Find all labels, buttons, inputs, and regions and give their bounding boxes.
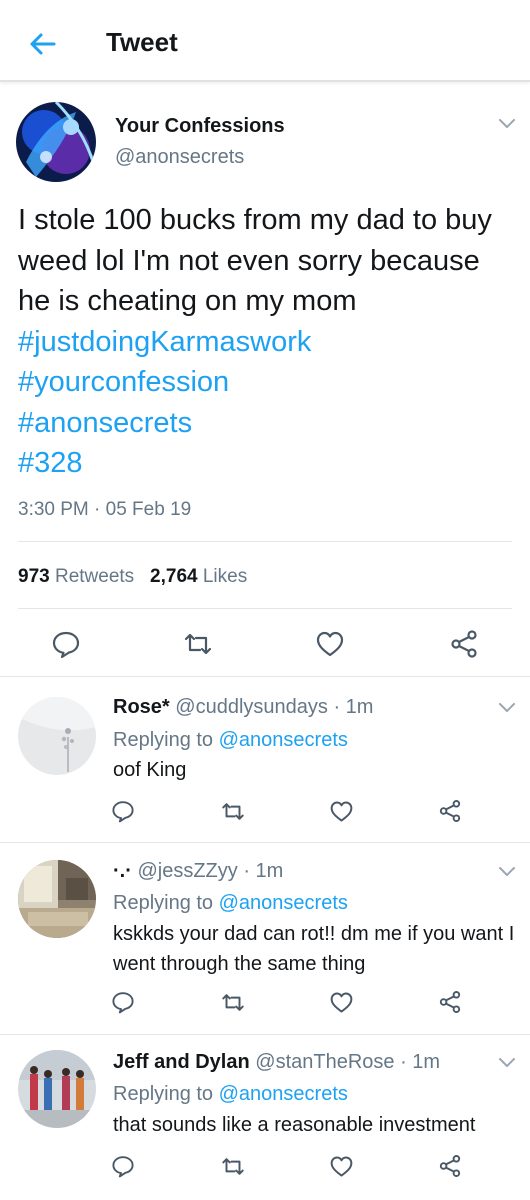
reply-author-handle[interactable]: @jessZZyy [137, 860, 237, 882]
tweet-body: I stole 100 bucks from my dad to buy wee… [18, 204, 492, 317]
reply-header: Jeff and Dylan @stanTheRose · 1m [113, 1050, 440, 1074]
share-icon [439, 991, 461, 1013]
divider [0, 842, 530, 843]
reply-text: oof King [113, 759, 187, 781]
replying-to: Replying to @anonsecrets [113, 1082, 348, 1106]
retweet-button[interactable] [176, 622, 220, 666]
author-handle[interactable]: @anonsecrets [115, 145, 244, 169]
retweet-icon [222, 802, 244, 820]
reply-avatar[interactable] [18, 697, 96, 775]
reply-time: · 1m [243, 860, 284, 882]
reply-menu-button[interactable] [494, 861, 520, 881]
like-button[interactable] [323, 1148, 359, 1184]
replying-to: Replying to @anonsecrets [113, 891, 348, 915]
divider [18, 541, 512, 542]
reply-button[interactable] [105, 1148, 141, 1184]
retweet-icon [184, 633, 212, 655]
retweet-button[interactable] [215, 1148, 251, 1184]
heart-icon [330, 991, 352, 1013]
like-button[interactable] [323, 984, 359, 1020]
mention-link[interactable]: @anonsecrets [219, 1083, 348, 1105]
chevron-down-icon [499, 702, 515, 712]
heart-icon [330, 1155, 352, 1177]
divider [0, 676, 530, 677]
reply-header: ·.· @jessZZyy · 1m [113, 859, 283, 883]
retweet-button[interactable] [215, 984, 251, 1020]
share-button[interactable] [432, 793, 468, 829]
reply-avatar[interactable] [18, 1050, 96, 1128]
back-arrow-icon [30, 33, 56, 55]
like-button[interactable] [323, 793, 359, 829]
reply-text: kskkds your dad can rot!! dm me if you w… [113, 923, 515, 975]
retweet-label: Retweets [54, 566, 135, 587]
retweet-icon [222, 993, 244, 1011]
reply-button[interactable] [105, 984, 141, 1020]
retweet-button[interactable] [215, 793, 251, 829]
tweet-timestamp: 3:30 PM · 05 Feb 19 [18, 499, 192, 520]
reply-button[interactable] [44, 622, 88, 666]
share-icon [451, 630, 477, 658]
divider [18, 608, 512, 609]
chevron-down-icon [499, 866, 515, 876]
tweet-text: I stole 100 bucks from my dad to buy wee… [18, 200, 518, 484]
tweet-stats: 973 Retweets 2,764 Likes [18, 564, 247, 590]
divider [0, 1034, 530, 1035]
retweets-stat[interactable]: 973 Retweets [18, 566, 134, 587]
share-button[interactable] [432, 1148, 468, 1184]
retweet-icon [222, 1157, 244, 1175]
hashtag-link[interactable]: #yourconfession [18, 362, 518, 403]
reply-icon [112, 1156, 134, 1178]
back-button[interactable] [22, 24, 62, 64]
replying-to-label: Replying to [113, 1083, 214, 1105]
top-bar: Tweet [0, 0, 530, 82]
hashtag-link[interactable]: #justdoingKarmaswork [18, 326, 311, 358]
retweet-count: 973 [18, 566, 50, 587]
hashtag-link[interactable]: #328 [18, 443, 518, 484]
like-label: Likes [202, 566, 248, 587]
chevron-down-icon [499, 118, 515, 128]
reply-menu-button[interactable] [494, 697, 520, 717]
reply-avatar[interactable] [18, 860, 96, 938]
author-name[interactable]: Your Confessions [115, 114, 285, 138]
chevron-down-icon [499, 1057, 515, 1067]
replying-to: Replying to @anonsecrets [113, 728, 348, 752]
like-button[interactable] [308, 622, 352, 666]
share-button[interactable] [432, 984, 468, 1020]
reply-icon [112, 801, 134, 823]
hashtag-link[interactable]: #anonsecrets [18, 403, 518, 444]
reply-time: · 1m [400, 1051, 441, 1073]
author-avatar[interactable] [16, 102, 96, 182]
share-icon [439, 1155, 461, 1177]
reply-button[interactable] [105, 793, 141, 829]
share-icon [439, 800, 461, 822]
reply-author-name[interactable]: Rose* [113, 696, 170, 718]
reply-time: · 1m [333, 696, 374, 718]
likes-stat[interactable]: 2,764 Likes [150, 566, 247, 587]
replying-to-label: Replying to [113, 729, 214, 751]
replying-to-label: Replying to [113, 892, 214, 914]
mention-link[interactable]: @anonsecrets [219, 729, 348, 751]
page-title: Tweet [106, 27, 178, 57]
reply-header: Rose* @cuddlysundays · 1m [113, 695, 373, 719]
reply-menu-button[interactable] [494, 1052, 520, 1072]
tweet-menu-button[interactable] [494, 113, 520, 133]
reply-author-handle[interactable]: @cuddlysundays [175, 696, 328, 718]
reply-author-name[interactable]: ·.· [113, 860, 132, 882]
reply-author-handle[interactable]: @stanTheRose [255, 1051, 394, 1073]
like-count: 2,764 [150, 566, 198, 587]
heart-icon [330, 800, 352, 822]
heart-icon [316, 631, 344, 657]
reply-icon [52, 631, 80, 659]
reply-author-name[interactable]: Jeff and Dylan [113, 1051, 250, 1073]
mention-link[interactable]: @anonsecrets [219, 892, 348, 914]
reply-text: that sounds like a reasonable investment [113, 1114, 476, 1136]
reply-icon [112, 992, 134, 1014]
share-button[interactable] [442, 622, 486, 666]
